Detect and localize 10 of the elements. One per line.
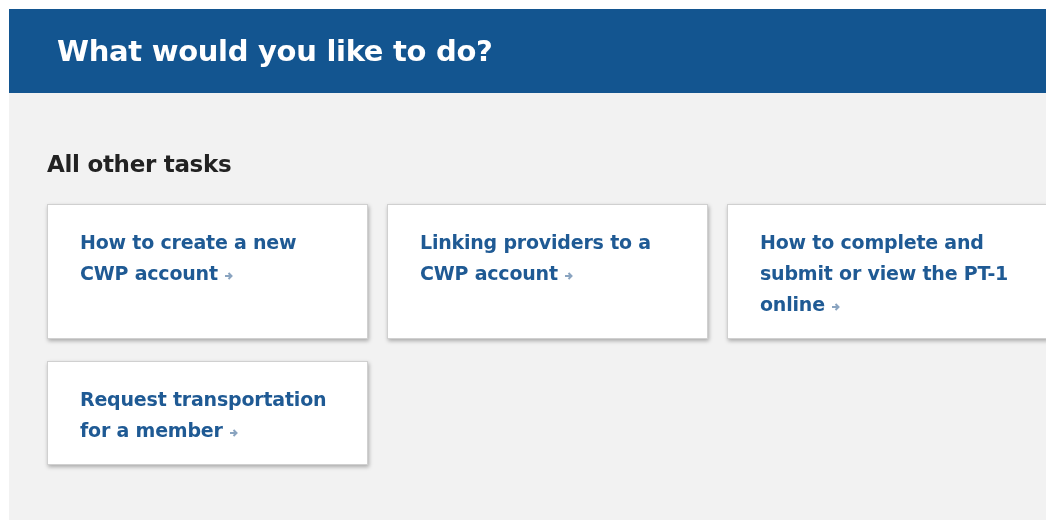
task-card[interactable]: Linking providers to a CWP account (387, 204, 708, 339)
arrow-icon (228, 428, 239, 438)
task-card[interactable]: How to complete and submit or view the PT-1 online (727, 204, 1046, 339)
arrow-icon (563, 271, 574, 281)
arrow-icon (830, 302, 841, 312)
section-heading: All other tasks (47, 151, 233, 177)
arrow-icon (223, 271, 234, 281)
task-card[interactable]: How to create a new CWP account (47, 204, 368, 339)
page-title: What would you like to do? (57, 34, 493, 68)
task-card[interactable]: Request transportation for a member (47, 361, 368, 465)
